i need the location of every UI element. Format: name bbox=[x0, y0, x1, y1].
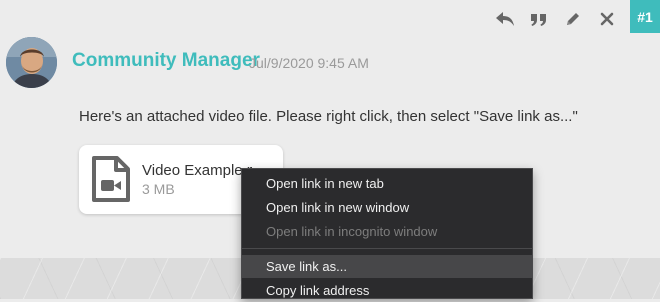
delete-button[interactable] bbox=[590, 6, 624, 32]
menu-item-save-link-as[interactable]: Save link as... bbox=[242, 255, 532, 278]
menu-separator bbox=[242, 248, 532, 249]
post-timestamp[interactable]: Jul/9/2020 9:45 AM bbox=[249, 55, 369, 71]
avatar[interactable] bbox=[6, 37, 57, 88]
reply-button[interactable] bbox=[488, 6, 522, 32]
delete-icon bbox=[600, 12, 614, 26]
author-name[interactable]: Community Manager bbox=[72, 50, 260, 72]
attachment-size: 3 MB bbox=[142, 181, 175, 197]
context-menu: Open link in new tab Open link in new wi… bbox=[241, 168, 533, 299]
reply-icon bbox=[496, 12, 514, 26]
edit-icon bbox=[567, 13, 579, 25]
post-actions bbox=[488, 6, 624, 32]
video-file-icon bbox=[92, 156, 130, 202]
menu-item-open-new-window[interactable]: Open link in new window bbox=[242, 196, 532, 219]
post-number-badge[interactable]: #1 bbox=[630, 0, 660, 33]
menu-item-open-new-tab[interactable]: Open link in new tab bbox=[242, 172, 532, 195]
edit-button[interactable] bbox=[556, 6, 590, 32]
menu-item-open-incognito: Open link in incognito window bbox=[266, 224, 438, 239]
quote-icon bbox=[531, 14, 546, 26]
post-message: Here's an attached video file. Please ri… bbox=[79, 108, 578, 125]
attachment-name[interactable]: Video Example.mp4 bbox=[142, 162, 252, 179]
quote-button[interactable] bbox=[522, 6, 556, 32]
